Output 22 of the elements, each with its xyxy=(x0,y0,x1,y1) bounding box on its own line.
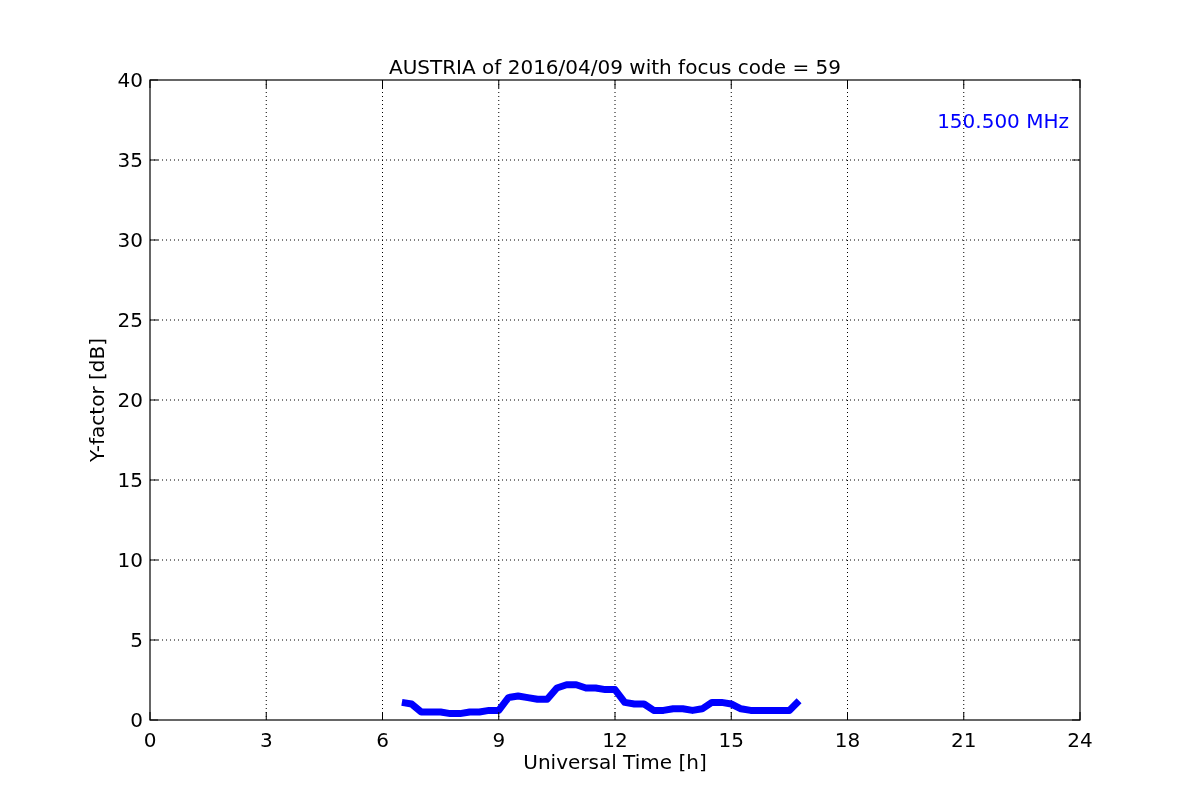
x-tick-label: 9 xyxy=(492,728,506,752)
y-tick-label: 30 xyxy=(117,228,143,252)
y-tick-label: 5 xyxy=(130,628,143,652)
x-tick-label: 21 xyxy=(951,728,977,752)
x-tick-label: 6 xyxy=(376,728,389,752)
y-tick-label: 20 xyxy=(117,388,143,412)
x-tick-label: 15 xyxy=(718,728,744,752)
legend-label: 150.500 MHz xyxy=(937,109,1069,133)
x-tick-label: 24 xyxy=(1067,728,1093,752)
x-tick-label: 12 xyxy=(602,728,628,752)
y-tick-label: 10 xyxy=(117,548,143,572)
x-axis-label: Universal Time [h] xyxy=(523,750,707,774)
y-tick-label: 0 xyxy=(130,708,143,732)
y-tick-label: 35 xyxy=(117,148,143,172)
y-tick-label: 25 xyxy=(117,308,143,332)
x-tick-label: 3 xyxy=(259,728,273,752)
y-tick-label: 40 xyxy=(117,68,143,92)
y-axis-label: Y-factor [dB] xyxy=(85,338,109,462)
x-tick-label: 0 xyxy=(143,728,157,752)
chart-title: AUSTRIA of 2016/04/09 with focus code = 59 xyxy=(389,55,841,79)
x-tick-label: 18 xyxy=(834,728,861,752)
y-tick-label: 15 xyxy=(117,468,143,492)
